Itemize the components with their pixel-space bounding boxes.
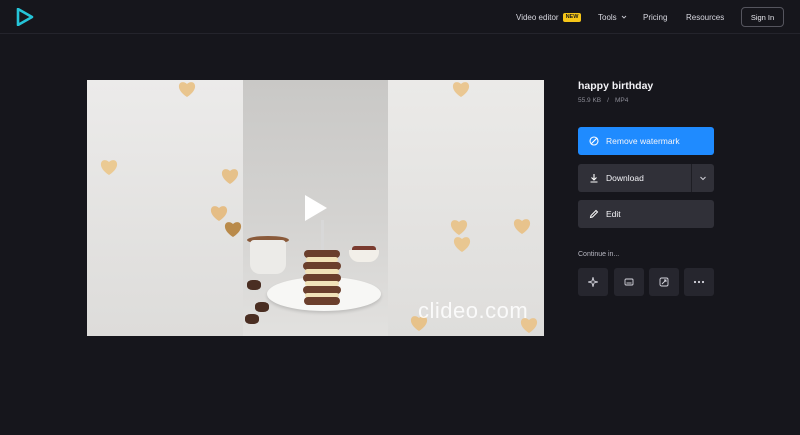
chocolate-piece [247, 280, 261, 290]
heart-confetti-icon [453, 237, 471, 252]
nav-tools[interactable]: Tools [598, 0, 627, 34]
mug [250, 240, 286, 274]
heart-confetti-icon [100, 160, 118, 175]
remove-watermark-button[interactable]: Remove watermark [578, 127, 714, 155]
heart-confetti-icon [178, 82, 196, 97]
new-badge: NEW [562, 12, 582, 22]
continue-tool-sparkle[interactable] [578, 268, 608, 296]
nav-video-editor-label: Video editor [516, 12, 559, 22]
continue-tool-resize[interactable] [649, 268, 679, 296]
heart-confetti-icon [224, 222, 242, 237]
edit-button[interactable]: Edit [578, 200, 714, 228]
watermark-text: clideo.com [418, 298, 529, 323]
continue-in-label: Continue in... [578, 251, 620, 258]
video-preview[interactable]: clideo.com [87, 80, 544, 336]
chevron-down-icon [700, 176, 706, 181]
no-symbol-icon [589, 136, 599, 146]
meta-separator: / [607, 97, 609, 104]
nav-pricing-label: Pricing [643, 12, 668, 22]
resize-icon [659, 277, 669, 287]
file-size: 55.9 KB [578, 97, 602, 104]
download-label: Download [606, 173, 644, 183]
cookie-layer [304, 297, 340, 305]
download-icon [590, 174, 598, 183]
file-title: happy birthday [578, 80, 654, 92]
top-bar: Video editor NEW Tools Pricing Resources… [0, 0, 800, 34]
heart-confetti-icon [452, 82, 470, 97]
play-icon[interactable] [302, 194, 328, 222]
subtitles-icon [624, 278, 634, 286]
heart-confetti-icon [513, 219, 531, 234]
heart-confetti-icon [450, 220, 468, 235]
continue-tool-more[interactable] [684, 268, 714, 296]
sparkle-icon [588, 277, 598, 287]
nav-tools-label: Tools [598, 12, 617, 22]
edit-label: Edit [606, 209, 621, 219]
chocolate-piece [245, 314, 259, 324]
file-meta: 55.9 KB / MP4 [578, 97, 628, 104]
file-format: MP4 [614, 97, 629, 104]
nav-resources[interactable]: Resources [686, 0, 724, 34]
candle [321, 220, 324, 250]
pencil-icon [589, 209, 599, 219]
heart-confetti-icon [221, 169, 239, 184]
sign-in-button[interactable]: Sign In [741, 7, 784, 27]
remove-watermark-label: Remove watermark [606, 136, 680, 146]
continue-tool-subtitles[interactable] [614, 268, 644, 296]
download-options-button[interactable] [692, 164, 714, 192]
small-bowl [349, 250, 379, 262]
chevron-down-icon [621, 15, 627, 19]
nav-video-editor[interactable]: Video editor NEW [516, 0, 582, 34]
nav-resources-label: Resources [686, 12, 725, 22]
more-icon [693, 280, 705, 284]
chocolate-piece [255, 302, 269, 312]
nav-pricing[interactable]: Pricing [643, 0, 667, 34]
clideo-logo-icon[interactable] [16, 8, 34, 26]
